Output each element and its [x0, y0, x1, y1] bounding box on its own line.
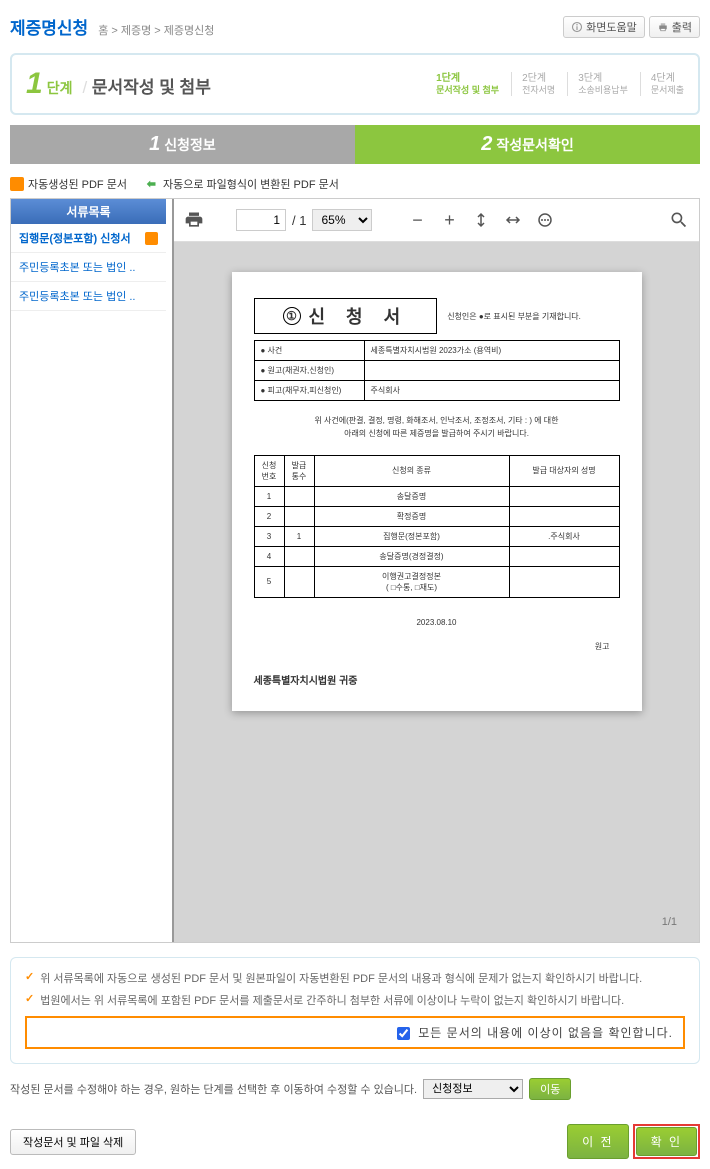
help-button-label: 화면도움말 [586, 19, 637, 35]
goto-select[interactable]: 신청정보 [423, 1079, 523, 1099]
chevron-icon: ✓ [25, 992, 34, 1005]
confirm-box: 모든 문서의 내용에 이상이 없음을 확인합니다. [25, 1016, 685, 1049]
confirm-button[interactable]: 확 인 [636, 1127, 697, 1156]
table-row: 1송달증명 [254, 486, 619, 506]
zoom-in-button[interactable]: + [436, 207, 462, 233]
sidebar-item-resident-2[interactable]: 주민등록초본 또는 법인 .. [11, 282, 166, 311]
confirm-checkbox[interactable] [397, 1027, 410, 1040]
prev-button[interactable]: 이 전 [567, 1124, 628, 1159]
fit-width-button[interactable] [500, 207, 526, 233]
pdf-request-table: 신청 번호 발급 통수 신청의 종류 발급 대상자의 성명 1송달증명 2확정증… [254, 455, 620, 598]
viewer-toolbar: / 1 65% − + [174, 199, 699, 242]
step-box: 1 단계 문서작성 및 첨부 1단계 문서작성 및 첨부 2단계 전자서명 3단… [10, 53, 700, 115]
page-header: 제증명신청 홈 > 제증명 > 제증명신청 화면도움말 출력 [10, 10, 700, 47]
pdf-title-note: 신청인은 ●로 표시된 부분을 기재합니다. [447, 311, 581, 322]
tabs: 1신청정보 2작성문서확인 [10, 125, 700, 164]
step-item-1: 1단계 문서작성 및 첨부 [426, 72, 499, 97]
chevron-icon: ✓ [25, 970, 34, 983]
table-row: 2확정증명 [254, 506, 619, 526]
confirm-checkbox-label[interactable]: 모든 문서의 내용에 이상이 없음을 확인합니다. [397, 1026, 673, 1040]
legend: 자동생성된 PDF 문서 자동으로 파일형식이 변환된 PDF 문서 [10, 176, 700, 192]
pdf-page: ① 신 청 서 신청인은 ●로 표시된 부분을 기재합니다. ● 사건세종특별자… [232, 272, 642, 711]
content-area: 서류목록 집행문(정본포함) 신청서 주민등록초본 또는 법인 .. 주민등록초… [10, 198, 700, 943]
delete-button[interactable]: 작성문서 및 파일 삭제 [10, 1129, 136, 1155]
page-indicator: 1/1 [662, 916, 677, 928]
search-icon[interactable] [669, 210, 689, 230]
step-item-4: 4단계 문서제출 [640, 72, 684, 97]
page-total: / 1 [292, 213, 306, 228]
printer-icon [657, 21, 669, 33]
page-input[interactable] [236, 209, 286, 231]
confirm-button-highlight: 확 인 [633, 1124, 700, 1159]
notice-box: ✓ 위 서류목록에 자동으로 생성된 PDF 문서 및 원본파일이 자동변환된 … [10, 957, 700, 1064]
pdf-date: 2023.08.10 [254, 618, 620, 627]
notice-line-2: ✓ 법원에서는 위 서류목록에 포함된 PDF 문서를 제출문서로 간주하니 첨… [25, 992, 685, 1008]
legend-auto-pdf: 자동생성된 PDF 문서 [10, 176, 127, 192]
auto-pdf-badge-icon [145, 232, 158, 245]
table-row: 31집행문(정본포함).주식회사 [254, 526, 619, 546]
info-icon [571, 21, 583, 33]
viewer-body[interactable]: ① 신 청 서 신청인은 ●로 표시된 부분을 기재합니다. ● 사건세종특별자… [174, 242, 699, 942]
pdf-note: 위 사건에(판결, 결정, 명령, 화해조서, 인낙조서, 조정조서, 기타 :… [254, 415, 620, 441]
zoom-out-button[interactable]: − [404, 207, 430, 233]
breadcrumb: 홈 > 제증명 > 제증명신청 [98, 22, 214, 38]
page-title: 제증명신청 [10, 14, 88, 39]
step-current-num: 1 [26, 67, 43, 101]
goto-text: 작성된 문서를 수정해야 하는 경우, 원하는 단계를 선택한 후 이동하여 수… [10, 1081, 417, 1097]
pdf-court: 세종특별자치시법원 귀중 [254, 672, 620, 687]
bottom-row: 작성문서 및 파일 삭제 이 전 확 인 [10, 1124, 700, 1159]
table-row: 4송달증명(경정결정) [254, 546, 619, 566]
step-list: 1단계 문서작성 및 첨부 2단계 전자서명 3단계 소송비용납부 4단계 문서… [426, 72, 684, 97]
sidebar-header: 서류목록 [11, 199, 166, 224]
table-row: 5이행권고결정정본 ( □수통, □재도) [254, 566, 619, 597]
legend-converted-pdf: 자동으로 파일형식이 변환된 PDF 문서 [145, 176, 339, 192]
convert-icon [145, 177, 159, 191]
notice-line-1: ✓ 위 서류목록에 자동으로 생성된 PDF 문서 및 원본파일이 자동변환된 … [25, 970, 685, 986]
print-icon[interactable] [184, 210, 204, 230]
sidebar: 서류목록 집행문(정본포함) 신청서 주민등록초본 또는 법인 .. 주민등록초… [11, 199, 166, 942]
step-current-label: 단계 [47, 78, 73, 98]
goto-row: 작성된 문서를 수정해야 하는 경우, 원하는 단계를 선택한 후 이동하여 수… [10, 1078, 700, 1100]
step-current-title: 문서작성 및 첨부 [82, 73, 210, 98]
tab-application-info[interactable]: 1신청정보 [10, 125, 355, 164]
pdf-signer: 원고 [254, 641, 620, 652]
help-button[interactable]: 화면도움말 [563, 16, 645, 38]
print-button[interactable]: 출력 [649, 16, 700, 38]
pdf-title: ① 신 청 서 [254, 298, 438, 334]
goto-button[interactable]: 이동 [529, 1078, 571, 1100]
zoom-select[interactable]: 65% [312, 209, 372, 231]
sidebar-item-application[interactable]: 집행문(정본포함) 신청서 [11, 224, 166, 253]
step-item-3: 3단계 소송비용납부 [567, 72, 628, 97]
more-button[interactable] [532, 207, 558, 233]
sidebar-item-resident-1[interactable]: 주민등록초본 또는 법인 .. [11, 253, 166, 282]
pdf-viewer: / 1 65% − + [172, 199, 699, 942]
tab-document-confirm[interactable]: 2작성문서확인 [355, 125, 700, 164]
step-item-2: 2단계 전자서명 [511, 72, 555, 97]
fit-height-button[interactable] [468, 207, 494, 233]
pdf-info-table: ● 사건세종특별자치시법원 2023가소 (용역비) ● 원고(채권자,신청인)… [254, 340, 620, 401]
print-button-label: 출력 [672, 19, 692, 35]
auto-pdf-badge-icon [10, 177, 24, 191]
